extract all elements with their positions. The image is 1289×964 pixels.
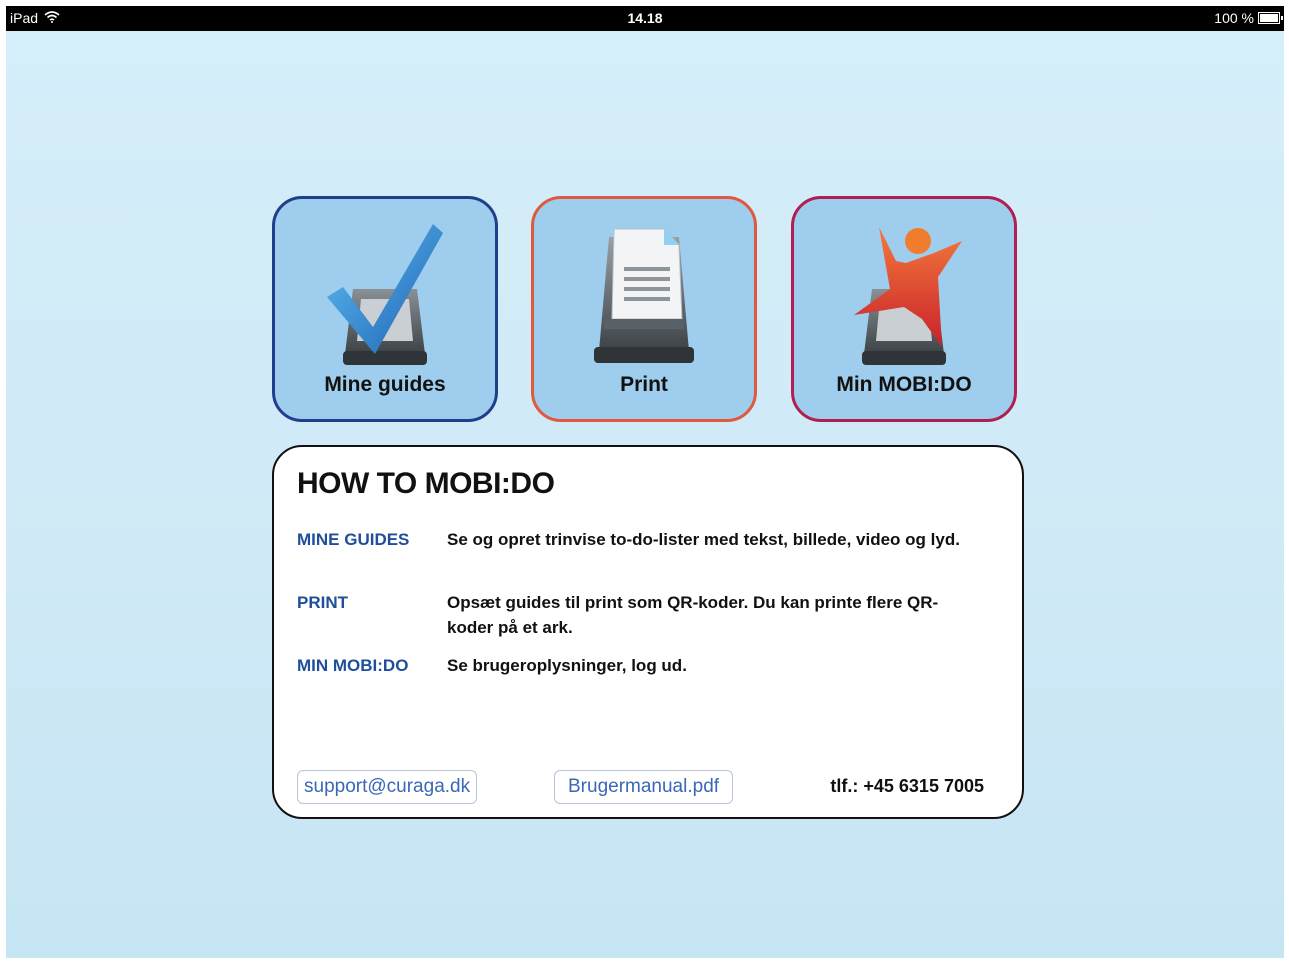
battery-icon — [1258, 12, 1283, 24]
how-to-panel: HOW TO MOBI:DO MINE GUIDES Se og opret t… — [272, 445, 1024, 819]
phone-number: tlf.: +45 6315 7005 — [830, 776, 984, 796]
battery-percentage: 100 % — [1214, 10, 1254, 26]
clock: 14.18 — [627, 10, 663, 26]
help-description: Se brugeroplysninger, log ud. — [447, 656, 687, 675]
help-description: Se og opret trinvise to-do-lister med te… — [447, 530, 960, 549]
help-term: MIN MOBI:DO — [297, 656, 409, 675]
help-term: MINE GUIDES — [297, 530, 410, 549]
mine-guides-button[interactable]: Mine guides — [272, 196, 498, 422]
support-email-button[interactable]: support@curaga.dk — [297, 770, 478, 804]
print-button[interactable]: Print — [531, 196, 757, 422]
user-manual-button[interactable]: Brugermanual.pdf — [554, 770, 734, 804]
app-screen: iPad 14.18 100 % Mine guides Print Min M… — [6, 6, 1284, 958]
min-mobido-button[interactable]: Min MOBI:DO — [791, 196, 1017, 422]
panel-title: HOW TO MOBI:DO — [297, 467, 555, 500]
min-mobido-label: Min MOBI:DO — [836, 373, 972, 396]
status-bar: iPad 14.18 100 % — [6, 6, 1284, 31]
mine-guides-label: Mine guides — [324, 373, 446, 396]
status-right: 100 % — [1214, 10, 1283, 26]
help-description: Opsæt guides til print som QR-koder. Du … — [447, 593, 939, 637]
help-term: PRINT — [297, 593, 348, 612]
print-label: Print — [620, 373, 668, 396]
